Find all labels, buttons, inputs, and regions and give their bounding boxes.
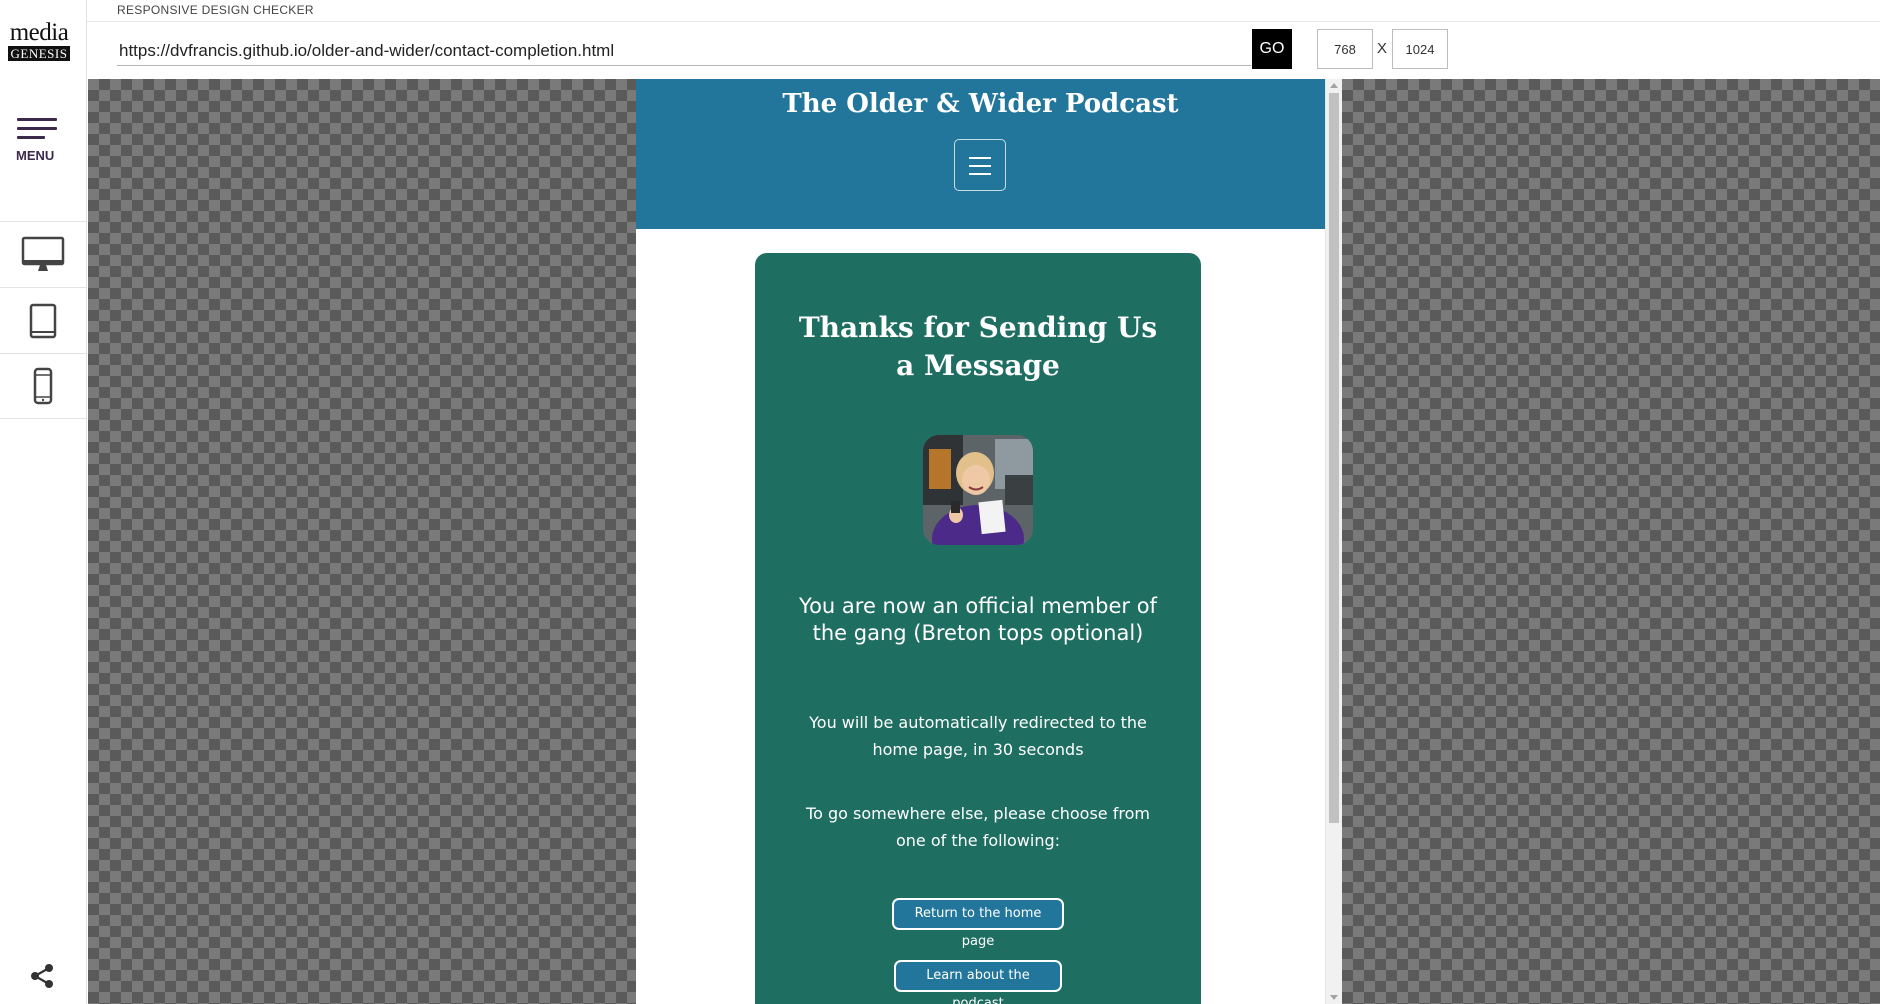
menu-button[interactable]: MENU [14,114,60,168]
menu-icon [17,118,57,121]
dimension-separator: X [1377,40,1388,57]
scroll-up-arrow-icon[interactable] [1330,83,1338,88]
choose-message: To go somewhere else, please choose from… [806,804,1150,850]
height-input[interactable] [1392,29,1448,69]
device-desktop-button[interactable] [0,221,86,287]
width-input[interactable] [1317,29,1373,69]
profile-photo [923,435,1033,545]
menu-icon-bar [17,136,45,139]
member-message: You are now an official member of the ga… [799,594,1157,645]
learn-podcast-button[interactable]: Learn about the podcast [894,960,1062,1004]
photo-illustration [923,435,1033,545]
device-tablet-button[interactable] [0,287,86,353]
menu-label: MENU [16,148,55,163]
site-title[interactable]: The Older & Wider Podcast [636,89,1325,119]
mobile-phone-icon [33,367,53,405]
site-header: The Older & Wider Podcast [636,79,1325,229]
hamburger-icon-bar [969,173,991,175]
url-input[interactable] [117,32,1251,66]
media-genesis-logo[interactable]: media GENESIS [6,19,72,63]
tablet-icon [29,303,57,338]
redirect-message: You will be automatically redirected to … [809,713,1147,759]
hamburger-icon-bar [969,165,991,167]
device-mobile-button[interactable] [0,353,86,419]
scrollbar-thumb[interactable] [1329,93,1339,823]
divider [87,21,1880,22]
scroll-down-arrow-icon[interactable] [1330,995,1338,1000]
preview-viewport: The Older & Wider Podcast Thanks for Sen… [88,79,1880,1004]
hamburger-icon [969,157,991,159]
menu-icon-bar [17,127,57,130]
nav-toggle-button[interactable] [954,139,1006,191]
go-button[interactable]: GO [1252,29,1292,69]
desktop-monitor-icon [21,236,65,271]
card-heading: Thanks for Sending Us a Message [798,311,1158,382]
scrollbar[interactable] [1325,79,1342,1004]
confirmation-card: Thanks for Sending Us a Message You are … [755,253,1201,1004]
app-title: RESPONSIVE DESIGN CHECKER [117,3,314,17]
return-home-button[interactable]: Return to the home page [892,898,1064,949]
share-icon[interactable] [28,962,56,990]
device-frame: The Older & Wider Podcast Thanks for Sen… [636,79,1342,1004]
logo-text-line1: media [9,19,69,46]
sidebar: media GENESIS MENU [0,0,87,1004]
logo-text-line2: GENESIS [7,46,71,61]
